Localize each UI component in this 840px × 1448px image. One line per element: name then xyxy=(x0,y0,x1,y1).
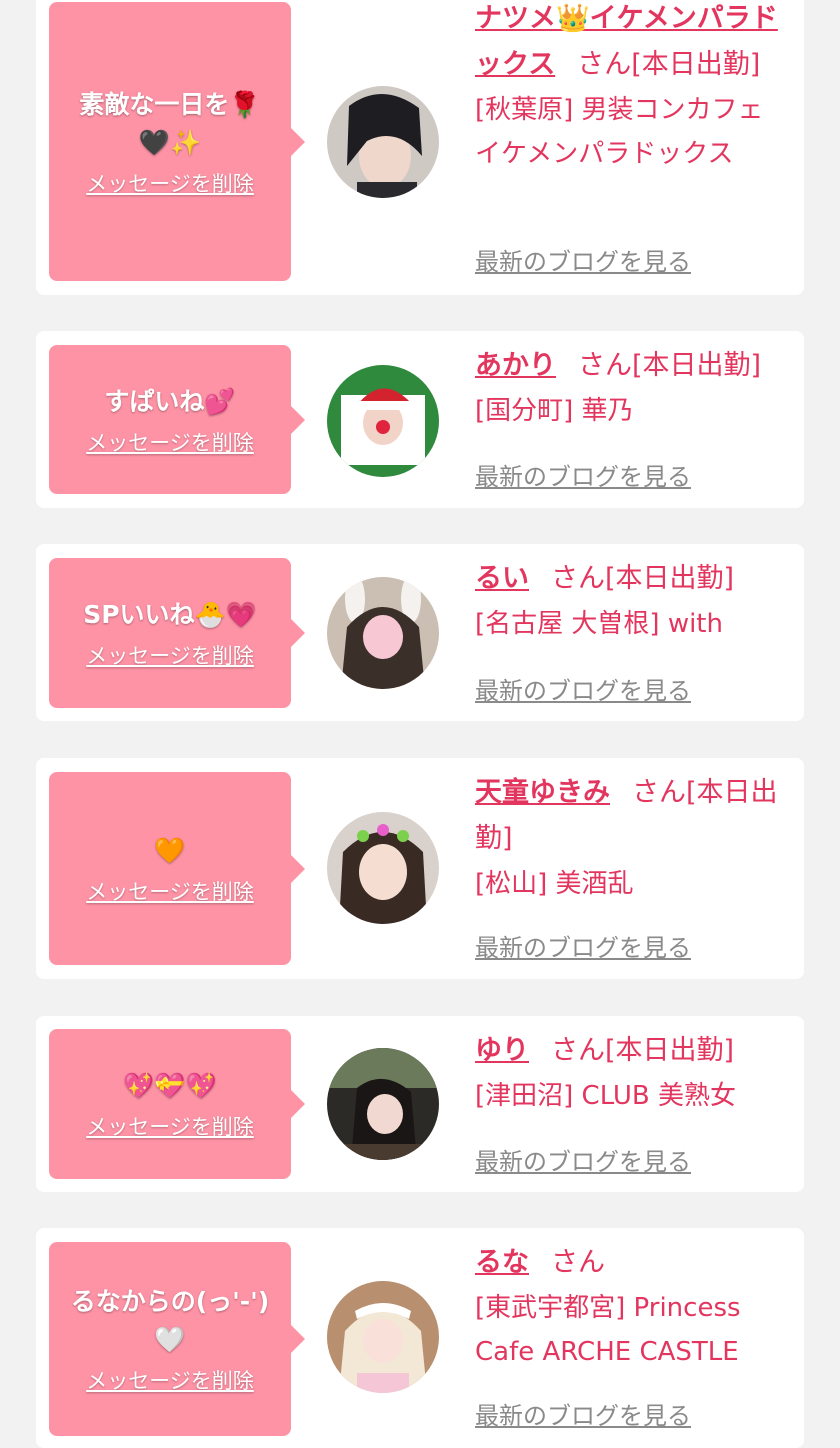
cast-avatar[interactable] xyxy=(327,86,439,198)
cast-name-link[interactable]: るな xyxy=(475,1247,529,1278)
cast-avatar-maid-headband-icon xyxy=(327,1281,439,1393)
shop-name: [東武宇都宮] Princess Cafe ARCHE CASTLE xyxy=(475,1293,741,1367)
delete-message-link[interactable]: メッセージを削除 xyxy=(86,168,254,198)
cast-line: ナツメ👑イケメンパラドックス さん[本日出勤] xyxy=(475,0,797,88)
cast-line: るい さん[本日出勤] xyxy=(475,556,797,602)
cast-suffix: さん[本日出勤] xyxy=(551,563,735,594)
shop-name: [津田沼] CLUB 美熟女 xyxy=(475,1081,737,1111)
cast-avatar-santa-hat-icon xyxy=(327,365,439,477)
delete-message-link[interactable]: メッセージを削除 xyxy=(86,1111,254,1141)
cast-line: あかり さん[本日出勤] xyxy=(475,343,797,389)
cast-name-link[interactable]: るい xyxy=(475,563,529,594)
cast-info: るな さん [東武宇都宮] Princess Cafe ARCHE CASTLE xyxy=(475,1240,797,1374)
cast-avatar-bunny-ears-icon xyxy=(327,577,439,689)
message-bubble: るなからの(っ'-')🤍 メッセージを削除 xyxy=(49,1242,305,1436)
message-card: るなからの(っ'-')🤍 メッセージを削除 るな さん [東武宇都宮] Princ… xyxy=(36,1228,804,1448)
message-bubble: SPいいね🐣💗 メッセージを削除 xyxy=(49,558,305,708)
delete-message-link[interactable]: メッセージを削除 xyxy=(86,876,254,906)
cast-avatar-dark-room-icon xyxy=(327,1048,439,1160)
cast-name-link[interactable]: ゆり xyxy=(475,1035,529,1066)
cast-line: 天童ゆきみ さん[本日出勤] xyxy=(475,770,797,862)
shop-name: [秋葉原] 男装コンカフェ イケメンパラドックス xyxy=(475,95,764,169)
shop-name: [松山] 美酒乱 xyxy=(475,869,634,899)
shop-name: [国分町] 華乃 xyxy=(475,396,634,426)
cast-line: ゆり さん[本日出勤] xyxy=(475,1028,797,1074)
message-list: 素敵な一日を🌹🖤✨ メッセージを削除 ナツメ👑イケメンパラドックス さん[本日出勤… xyxy=(0,0,840,1448)
cast-avatar[interactable] xyxy=(327,365,439,477)
cast-avatar[interactable] xyxy=(327,577,439,689)
message-text: SPいいね🐣💗 xyxy=(83,600,257,629)
message-card: 素敵な一日を🌹🖤✨ メッセージを削除 ナツメ👑イケメンパラドックス さん[本日出勤… xyxy=(36,0,804,295)
cast-line: るな さん xyxy=(475,1240,797,1286)
cast-avatar-flower-crown-icon xyxy=(327,812,439,924)
cast-info: ナツメ👑イケメンパラドックス さん[本日出勤] [秋葉原] 男装コンカフェ イケメ… xyxy=(475,0,797,176)
message-bubble: 💖💝💖 メッセージを削除 xyxy=(49,1029,305,1179)
shop-name: [名古屋 大曽根] with xyxy=(475,609,723,639)
cast-avatar[interactable] xyxy=(327,1281,439,1393)
cast-suffix: さん xyxy=(551,1247,605,1278)
cast-avatar-dark-hair-icon xyxy=(327,86,439,198)
message-text: 🧡 xyxy=(154,835,186,865)
message-text: るなからの(っ'-')🤍 xyxy=(70,1287,270,1354)
delete-message-link[interactable]: メッセージを削除 xyxy=(86,427,254,457)
cast-name-link[interactable]: あかり xyxy=(475,350,556,381)
message-card: 💖💝💖 メッセージを削除 ゆり さん[本日出勤] [津田沼] CLUB 美熟女 最… xyxy=(36,1016,804,1192)
latest-blog-link[interactable]: 最新のブログを見る xyxy=(475,1142,691,1177)
cast-avatar[interactable] xyxy=(327,1048,439,1160)
cast-info: ゆり さん[本日出勤] [津田沼] CLUB 美熟女 xyxy=(475,1028,797,1118)
delete-message-link[interactable]: メッセージを削除 xyxy=(86,640,254,670)
message-text: 💖💝💖 xyxy=(123,1071,217,1100)
latest-blog-link[interactable]: 最新のブログを見る xyxy=(475,1396,691,1431)
cast-info: 天童ゆきみ さん[本日出勤] [松山] 美酒乱 xyxy=(475,770,797,906)
message-bubble: 🧡 メッセージを削除 xyxy=(49,772,305,965)
cast-suffix: さん[本日出勤] xyxy=(578,350,762,381)
latest-blog-link[interactable]: 最新のブログを見る xyxy=(475,928,691,963)
delete-message-link[interactable]: メッセージを削除 xyxy=(86,1365,254,1395)
cast-info: あかり さん[本日出勤] [国分町] 華乃 xyxy=(475,343,797,433)
cast-suffix: さん[本日出勤] xyxy=(551,1035,735,1066)
latest-blog-link[interactable]: 最新のブログを見る xyxy=(475,457,691,492)
message-bubble: すぱいね💕 メッセージを削除 xyxy=(49,345,305,494)
message-card: すぱいね💕 メッセージを削除 あかり さん[本日出勤] [国分町] 華乃 最新のブ… xyxy=(36,331,804,508)
message-bubble: 素敵な一日を🌹🖤✨ メッセージを削除 xyxy=(49,2,305,281)
latest-blog-link[interactable]: 最新のブログを見る xyxy=(475,671,691,706)
latest-blog-link[interactable]: 最新のブログを見る xyxy=(475,242,691,277)
cast-avatar[interactable] xyxy=(327,812,439,924)
cast-info: るい さん[本日出勤] [名古屋 大曽根] with xyxy=(475,556,797,646)
cast-suffix: さん[本日出勤] xyxy=(577,49,761,80)
message-text: すぱいね💕 xyxy=(104,386,236,416)
message-text: 素敵な一日を🌹🖤✨ xyxy=(79,89,261,157)
message-card: 🧡 メッセージを削除 天童ゆきみ さん[本日出勤] [松山] 美酒乱 最新のブログ… xyxy=(36,758,804,979)
message-card: SPいいね🐣💗 メッセージを削除 るい さん[本日出勤] [名古屋 大曽根] wi… xyxy=(36,544,804,721)
cast-name-link[interactable]: 天童ゆきみ xyxy=(475,777,610,808)
